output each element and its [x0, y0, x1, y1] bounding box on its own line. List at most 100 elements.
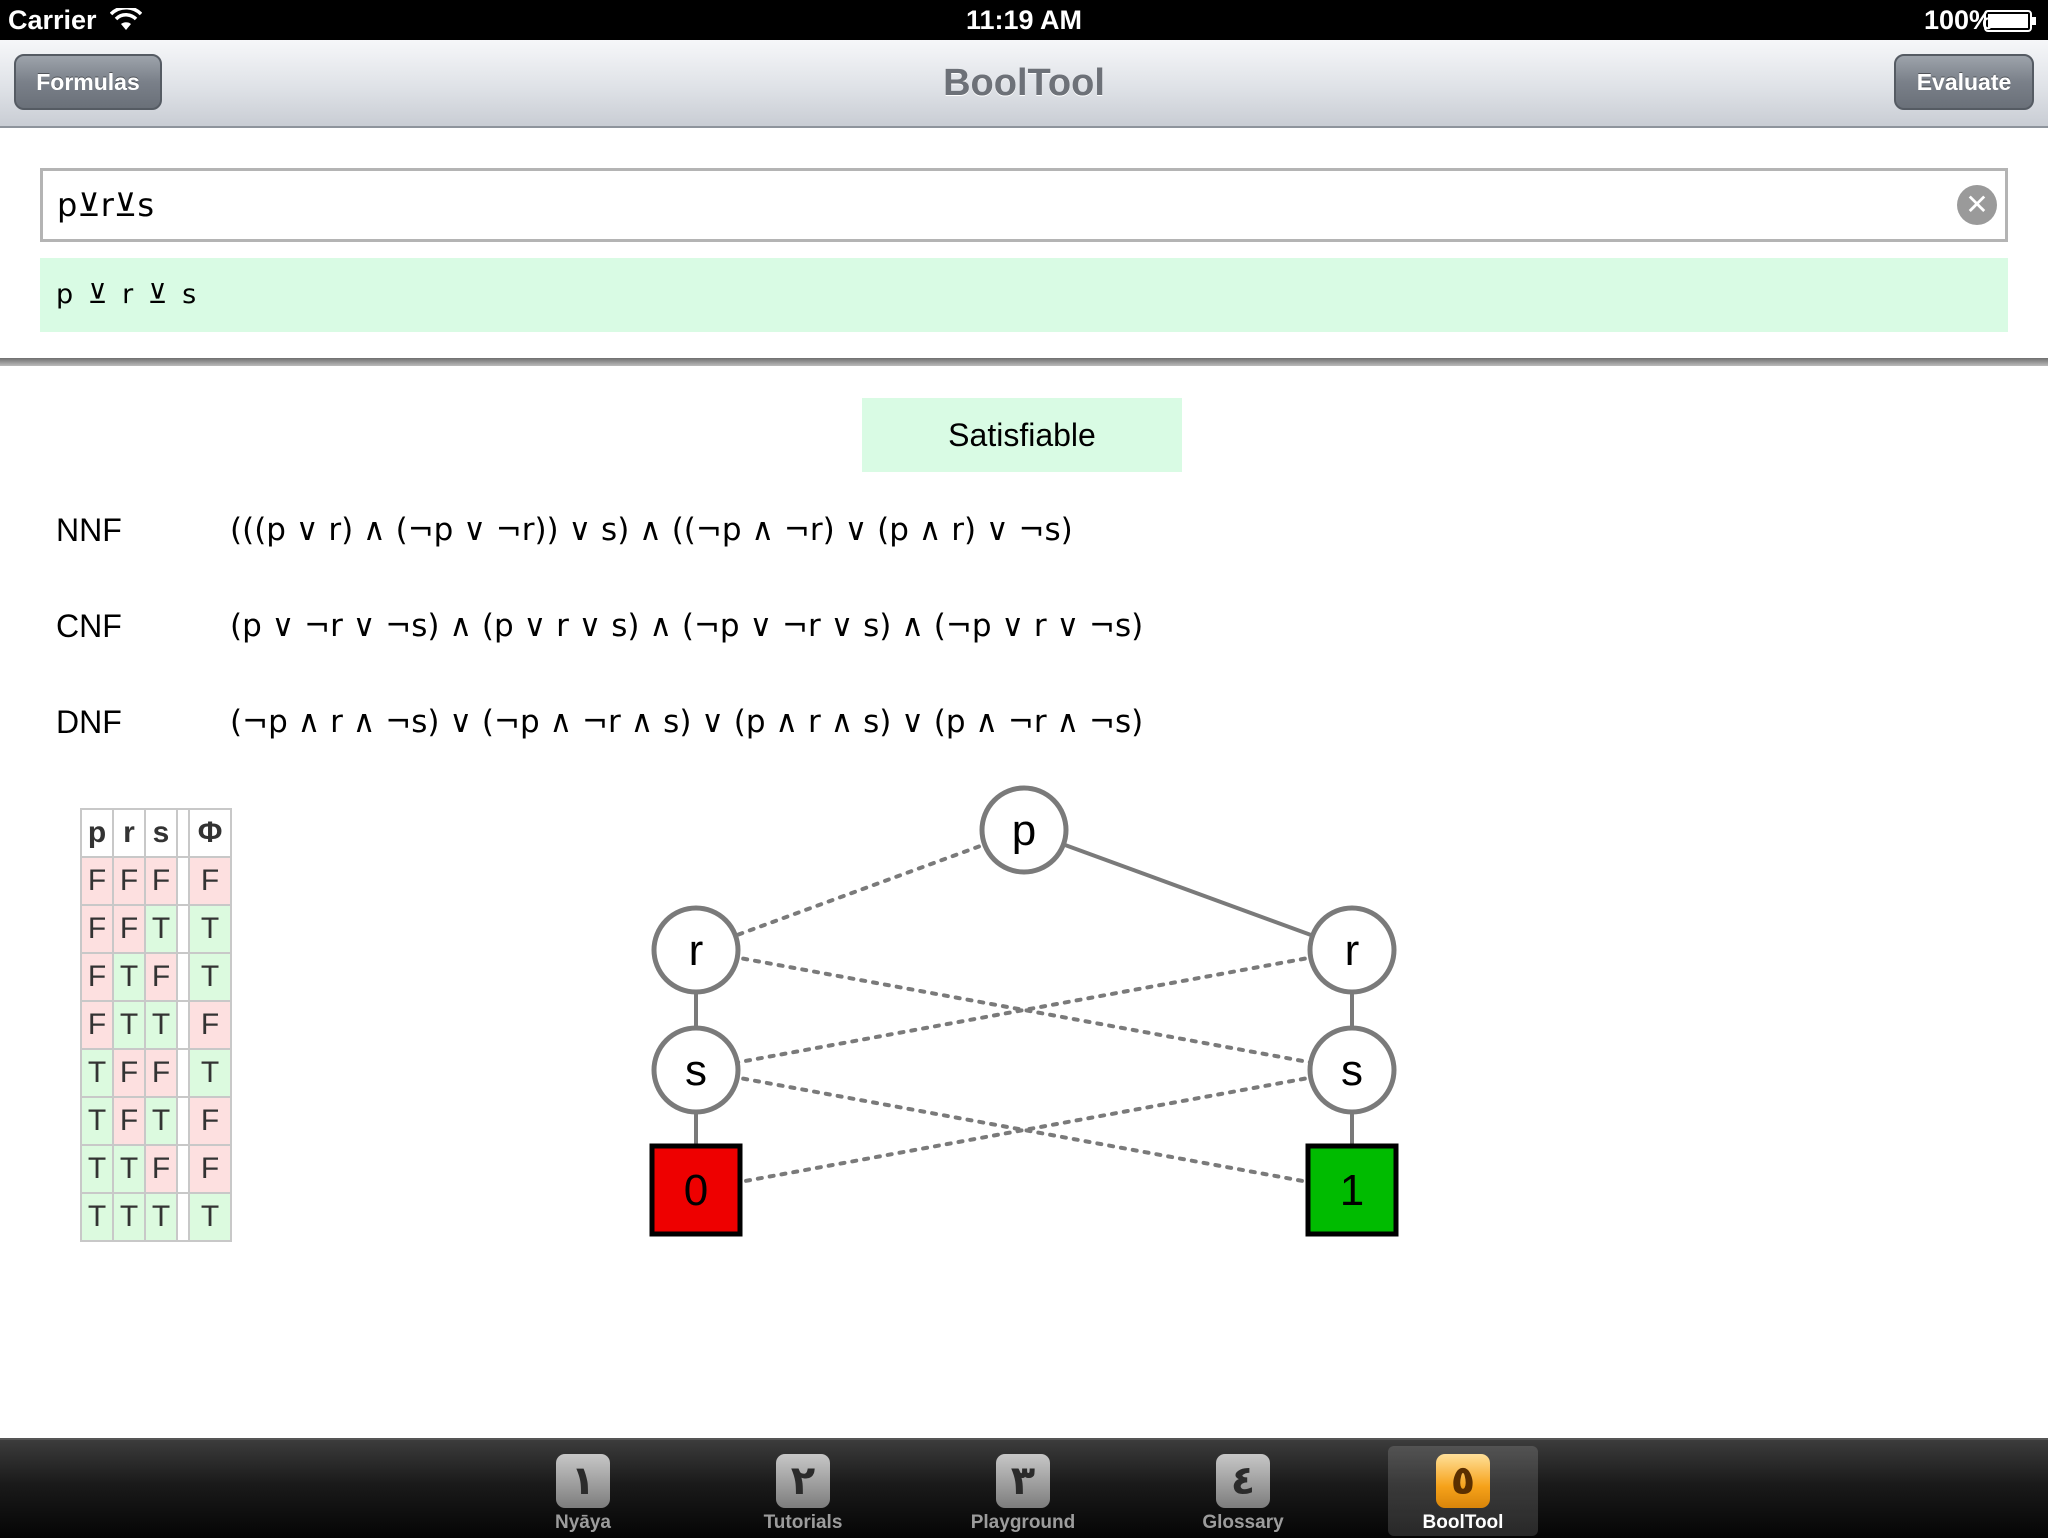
truth-cell: F	[112, 1048, 146, 1098]
clear-icon[interactable]: ✕	[1957, 185, 1997, 225]
truth-cell: T	[144, 1096, 178, 1146]
result-cell: T	[188, 952, 232, 1002]
header-r: r	[112, 808, 146, 858]
bdd-node-label: s	[685, 1046, 707, 1095]
dnf-formula: (¬p ∧ r ∧ ¬s) ∨ (¬p ∧ ¬r ∧ s) ∨ (p ∧ r ∧…	[230, 704, 1144, 740]
satisfiability-badge: Satisfiable	[862, 398, 1182, 472]
truth-table-row: FTFT	[80, 952, 232, 1002]
truth-table-row: TFTF	[80, 1096, 232, 1146]
tab-label: Playground	[970, 1512, 1076, 1533]
status-bar: Carrier 11:19 AM 100%	[0, 0, 2048, 40]
truth-cell: F	[80, 856, 114, 906]
bdd-terminal-0: 0	[649, 1143, 743, 1237]
header-p: p	[80, 808, 114, 858]
nyaya-icon: ١	[556, 1454, 610, 1508]
truth-cell: T	[112, 952, 146, 1002]
truth-cell: F	[144, 1144, 178, 1194]
truth-cell: T	[112, 1144, 146, 1194]
bdd-node-r: r	[1307, 905, 1397, 995]
tab-playground[interactable]: ٣ Playground	[948, 1446, 1098, 1536]
nnf-label: NNF	[56, 512, 122, 548]
result-cell: T	[188, 1048, 232, 1098]
truth-cell: F	[80, 952, 114, 1002]
bdd-node-label: s	[1341, 1046, 1363, 1095]
booltool-icon: ٥	[1436, 1454, 1490, 1508]
column-gap	[176, 904, 190, 954]
cnf-formula: (p ∨ ¬r ∨ ¬s) ∧ (p ∨ r ∨ s) ∧ (¬p ∨ ¬r ∨…	[230, 608, 1144, 644]
tab-label: Glossary	[1202, 1512, 1284, 1533]
truth-cell: T	[144, 1000, 178, 1050]
bdd-node-s: s	[651, 1025, 741, 1115]
playground-icon: ٣	[996, 1454, 1050, 1508]
result-cell: F	[188, 1000, 232, 1050]
header-s: s	[144, 808, 178, 858]
bdd-terminal-1: 1	[1305, 1143, 1399, 1237]
result-cell: T	[188, 1192, 232, 1242]
truth-cell: T	[80, 1192, 114, 1242]
column-gap	[176, 808, 190, 858]
bdd-edge-dotted	[694, 828, 1026, 952]
parsed-formula-panel: p ⊻ r ⊻ s	[40, 258, 2008, 332]
bdd-node-label: p	[1012, 806, 1036, 855]
truth-cell: T	[80, 1096, 114, 1146]
bdd-node-r: r	[651, 905, 741, 995]
nnf-formula: (((p ∨ r) ∧ (¬p ∨ ¬r)) ∨ s) ∧ ((¬p ∧ ¬r)…	[230, 512, 1073, 548]
truth-cell: F	[112, 856, 146, 906]
tab-label: Tutorials	[763, 1512, 843, 1533]
truth-cell: T	[80, 1144, 114, 1194]
battery-icon	[1984, 10, 2036, 32]
header-phi: Φ	[188, 808, 232, 858]
result-cell: F	[188, 1144, 232, 1194]
bdd-node-label: 0	[684, 1166, 708, 1215]
tab-bar: ١ Nyāya ٢ Tutorials ٣ Playground ٤ Gloss…	[0, 1438, 2048, 1538]
truth-table-row: TTTT	[80, 1192, 232, 1242]
bdd-node-label: r	[1345, 926, 1360, 975]
glossary-icon: ٤	[1216, 1454, 1270, 1508]
tab-label: BoolTool	[1422, 1512, 1504, 1533]
formulas-button[interactable]: Formulas	[14, 54, 162, 110]
bdd-node-p: p	[979, 785, 1069, 875]
truth-table-row: TTFF	[80, 1144, 232, 1194]
truth-cell: F	[112, 904, 146, 954]
truth-cell: F	[80, 904, 114, 954]
page-title: BoolTool	[943, 62, 1105, 104]
truth-table-row: FFTT	[80, 904, 232, 954]
bdd-node-label: 1	[1340, 1166, 1364, 1215]
column-gap	[176, 856, 190, 906]
truth-cell: F	[112, 1096, 146, 1146]
parsed-formula: p ⊻ r ⊻ s	[56, 279, 200, 310]
truth-cell: T	[112, 1000, 146, 1050]
truth-cell: T	[144, 1192, 178, 1242]
truth-table-row: TFFT	[80, 1048, 232, 1098]
tutorials-icon: ٢	[776, 1454, 830, 1508]
section-divider	[0, 358, 2048, 366]
truth-table: p r s Φ FFFFFFTTFTFTFTTFTFFTTFTFTTFFTTTT	[80, 808, 232, 1242]
truth-cell: T	[80, 1048, 114, 1098]
bdd-diagram: p r r s s 0 1	[649, 785, 1399, 1237]
truth-table-header: p r s Φ	[80, 808, 232, 858]
tab-nyaya[interactable]: ١ Nyāya	[508, 1446, 658, 1536]
column-gap	[176, 1192, 190, 1242]
bdd-edge-solid	[1023, 828, 1353, 952]
evaluate-button[interactable]: Evaluate	[1894, 54, 2034, 110]
result-cell: T	[188, 904, 232, 954]
tab-tutorials[interactable]: ٢ Tutorials	[728, 1446, 878, 1536]
navigation-bar: Formulas BoolTool Evaluate	[0, 40, 2048, 128]
bdd-node-label: r	[689, 926, 704, 975]
tab-glossary[interactable]: ٤ Glossary	[1168, 1446, 1318, 1536]
battery-percent: 100%	[1924, 5, 1994, 35]
truth-cell: T	[144, 904, 178, 954]
formula-input[interactable]	[57, 171, 1957, 239]
column-gap	[176, 1000, 190, 1050]
truth-cell: F	[144, 856, 178, 906]
truth-table-row: FTTF	[80, 1000, 232, 1050]
result-cell: F	[188, 856, 232, 906]
result-cell: F	[188, 1096, 232, 1146]
truth-table-row: FFFF	[80, 856, 232, 906]
cnf-label: CNF	[56, 608, 122, 644]
tab-booltool[interactable]: ٥ BoolTool	[1388, 1446, 1538, 1536]
bdd-node-s: s	[1307, 1025, 1397, 1115]
formula-input-container: ✕	[40, 168, 2008, 242]
truth-cell: F	[144, 952, 178, 1002]
truth-cell: F	[144, 1048, 178, 1098]
